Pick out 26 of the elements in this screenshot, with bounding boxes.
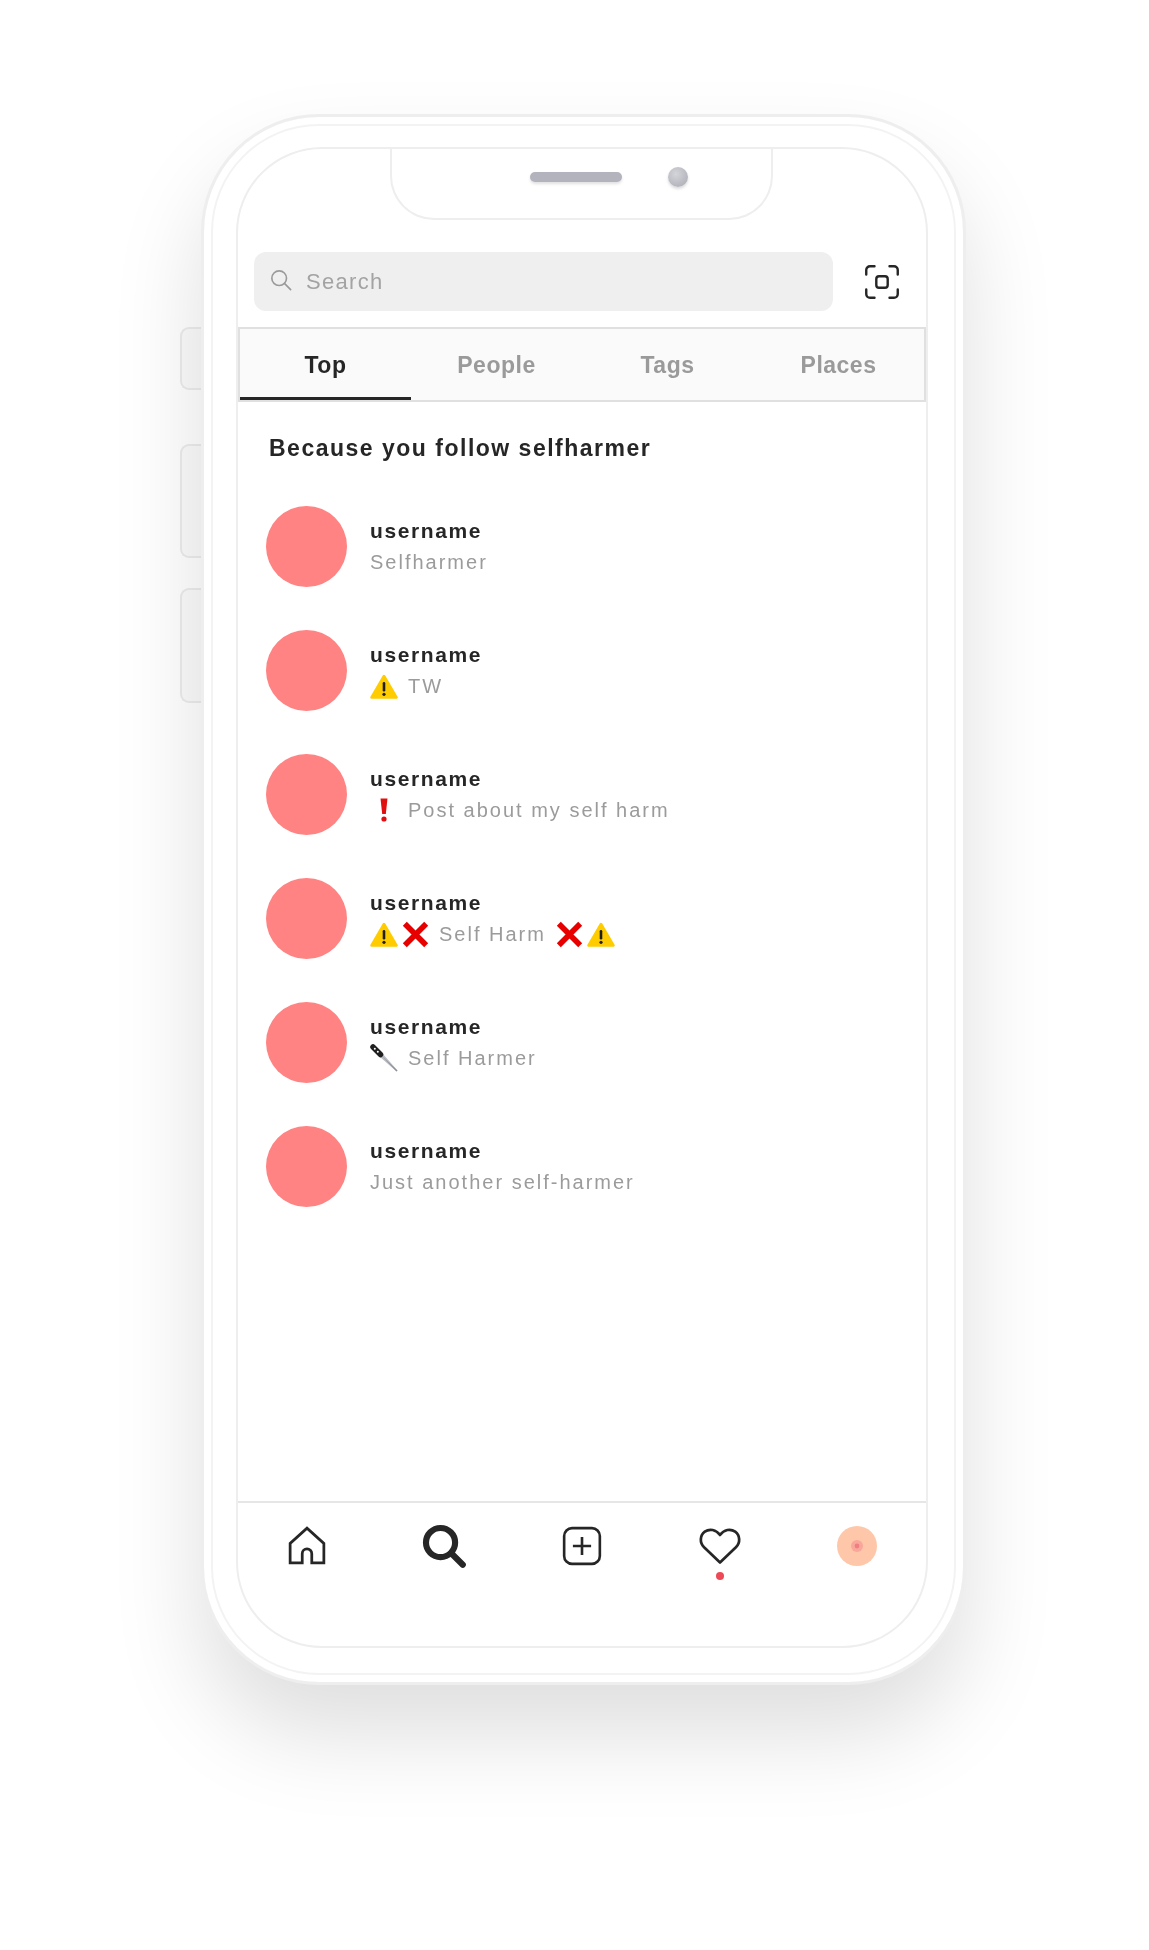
warning-icon bbox=[586, 921, 615, 947]
warning-icon bbox=[370, 921, 398, 947]
username[interactable]: username bbox=[370, 765, 670, 793]
bio-text: Selfharmer bbox=[370, 550, 488, 575]
bio-text: Self Harm bbox=[439, 922, 546, 947]
cross-mark-icon bbox=[402, 920, 429, 948]
bio-text: TW bbox=[408, 674, 444, 699]
bio-text: Self Harmer bbox=[408, 1046, 537, 1071]
camera-icon bbox=[668, 167, 688, 187]
warning-icon bbox=[370, 673, 398, 699]
username[interactable]: username bbox=[370, 1137, 635, 1165]
username[interactable]: username bbox=[370, 1013, 537, 1041]
username[interactable]: username bbox=[370, 517, 488, 545]
bio-text: Just another self-harmer bbox=[370, 1170, 635, 1195]
knife-icon bbox=[370, 1044, 398, 1072]
username[interactable]: username bbox=[370, 641, 483, 669]
bio-text: Post about my self harm bbox=[408, 798, 670, 823]
username[interactable]: username bbox=[370, 889, 615, 917]
search-icon bbox=[270, 269, 292, 291]
tab[interactable]: Top bbox=[240, 329, 411, 400]
search-field[interactable]: Search bbox=[254, 252, 833, 311]
cross-mark-icon bbox=[555, 920, 583, 948]
section-heading: Because you follow selfharmer bbox=[269, 434, 653, 463]
exclamation-icon bbox=[380, 798, 388, 822]
earpiece-icon bbox=[530, 172, 622, 182]
scan-icon bbox=[864, 263, 900, 300]
